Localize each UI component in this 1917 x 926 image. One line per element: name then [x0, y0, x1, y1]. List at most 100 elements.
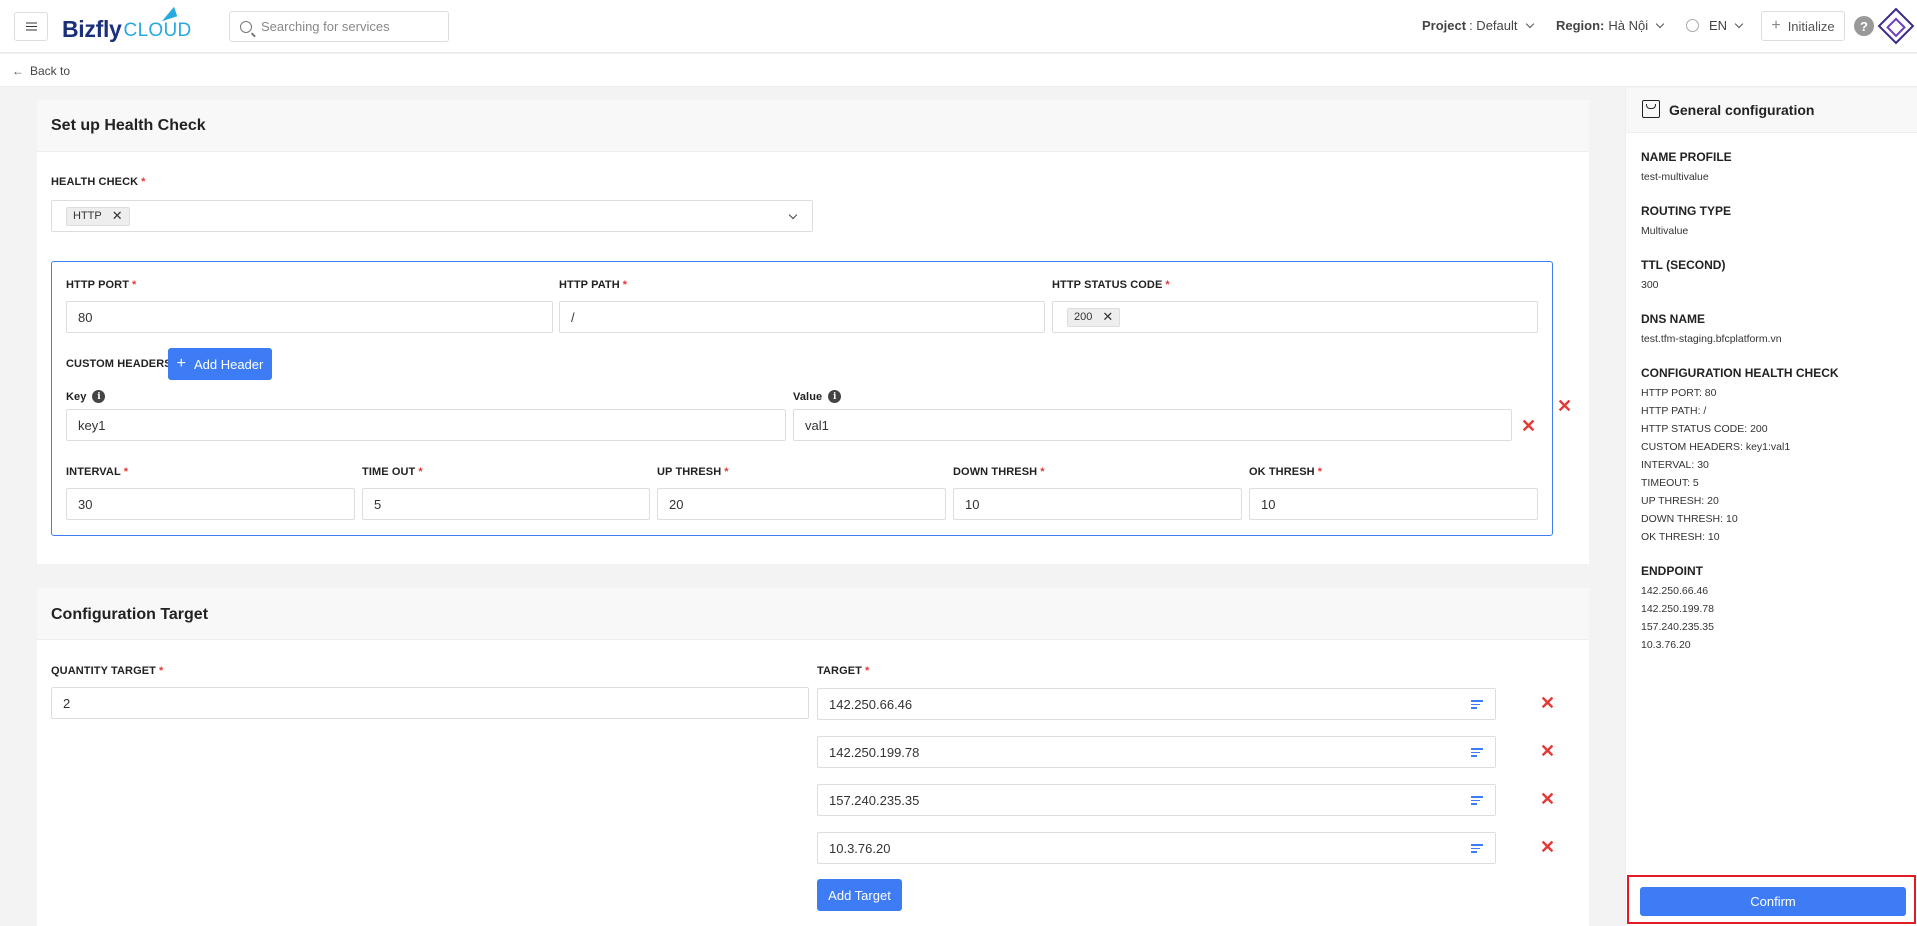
target-label: TARGET *	[817, 665, 870, 677]
target-input[interactable]: 157.240.235.35	[817, 784, 1496, 816]
health-check-select[interactable]: HTTP ✕	[51, 200, 813, 232]
up-thresh-input[interactable]: 20	[657, 488, 946, 520]
dns-name-label: DNS NAME	[1641, 312, 1706, 326]
search-placeholder: Searching for services	[261, 19, 390, 34]
language-value: EN	[1709, 18, 1728, 33]
remove-health-check-icon[interactable]: ✕	[1557, 397, 1572, 415]
search-input[interactable]: Searching for services	[229, 11, 449, 42]
region-selector[interactable]: Region: Hà Nội	[1556, 18, 1665, 33]
plus-icon: +	[1771, 17, 1781, 34]
config-health-check-label: CONFIGURATION HEALTH CHECK	[1641, 366, 1839, 380]
endpoint-item: 142.250.66.46	[1641, 585, 1709, 597]
initialize-button[interactable]: + Initialize	[1761, 11, 1845, 41]
configuration-target-title: Configuration Target	[51, 606, 209, 623]
back-link[interactable]: ← Back to	[12, 64, 70, 78]
endpoint-item: 142.250.199.78	[1641, 603, 1714, 615]
initialize-label: Initialize	[1787, 18, 1835, 34]
info-icon[interactable]: i	[828, 390, 842, 403]
config-line: DOWN THRESH: 10	[1641, 513, 1738, 525]
confirm-button[interactable]: Confirm	[1640, 887, 1906, 916]
general-configuration-header: General configuration	[1626, 88, 1917, 133]
tag-remove-icon[interactable]: ✕	[112, 208, 123, 224]
search-icon	[240, 20, 252, 33]
ok-thresh-input[interactable]: 10	[1249, 488, 1538, 520]
config-line: OK THRESH: 10	[1641, 531, 1720, 543]
config-line: TIMEOUT: 5	[1641, 477, 1699, 489]
add-target-button[interactable]: Add Target	[817, 879, 902, 911]
add-header-label: Add Header	[193, 356, 264, 372]
shopping-bag-icon	[1642, 100, 1660, 118]
list-edit-icon[interactable]	[1471, 796, 1483, 805]
remove-target-icon[interactable]: ✕	[1540, 742, 1555, 760]
header-key-input[interactable]: key1	[66, 409, 786, 441]
status-code-tag: 200 ✕	[1067, 307, 1121, 327]
name-profile-label: NAME PROFILE	[1641, 150, 1732, 164]
arrow-left-icon: ←	[12, 64, 24, 78]
health-check-tag: HTTP ✕	[66, 206, 130, 226]
tag-remove-icon[interactable]: ✕	[1102, 309, 1113, 325]
routing-type-value: Multivalue	[1641, 225, 1689, 237]
timeout-label: TIME OUT *	[362, 466, 423, 478]
info-icon[interactable]: i	[92, 390, 106, 403]
remove-header-icon[interactable]: ✕	[1521, 417, 1536, 435]
remove-target-icon[interactable]: ✕	[1540, 838, 1555, 856]
region-value: Hà Nội	[1608, 18, 1649, 33]
config-line: UP THRESH: 20	[1641, 495, 1719, 507]
help-icon[interactable]: ?	[1854, 16, 1874, 36]
routing-type-label: ROUTING TYPE	[1641, 204, 1732, 218]
quantity-target-label: QUANTITY TARGET *	[51, 665, 164, 677]
interval-label: INTERVAL *	[66, 466, 129, 478]
general-configuration-title: General configuration	[1669, 102, 1815, 118]
ttl-value: 300	[1641, 279, 1659, 291]
header-value-input[interactable]: val1	[793, 409, 1512, 441]
list-edit-icon[interactable]	[1471, 844, 1483, 853]
chevron-down-icon	[1655, 19, 1665, 28]
ttl-label: TTL (SECOND)	[1641, 258, 1726, 272]
target-input[interactable]: 142.250.199.78	[817, 736, 1496, 768]
configuration-target-header: Configuration Target	[37, 588, 1589, 640]
logo-main-text: Bizfly	[62, 16, 122, 42]
http-path-label: HTTP PATH *	[559, 279, 628, 291]
http-path-input[interactable]: /	[559, 301, 1045, 333]
project-selector[interactable]: Project : Default	[1422, 18, 1534, 33]
region-label: Region:	[1556, 18, 1605, 33]
endpoint-label: ENDPOINT	[1641, 564, 1704, 578]
back-bar: ← Back to	[0, 54, 1917, 87]
hamburger-menu-button[interactable]	[14, 12, 48, 41]
quantity-target-input[interactable]: 2	[51, 687, 809, 719]
general-configuration-panel: General configuration NAME PROFILE test-…	[1625, 88, 1917, 926]
language-selector[interactable]: EN	[1686, 18, 1744, 33]
ok-thresh-label: OK THRESH *	[1249, 466, 1323, 478]
target-input[interactable]: 10.3.76.20	[817, 832, 1496, 864]
logo-sub-text: CLOUD	[123, 20, 192, 41]
remove-target-icon[interactable]: ✕	[1540, 790, 1555, 808]
http-port-input[interactable]: 80	[66, 301, 553, 333]
remove-target-icon[interactable]: ✕	[1540, 694, 1555, 712]
health-check-header: Set up Health Check	[37, 100, 1589, 152]
http-status-code-select[interactable]: 200 ✕	[1052, 301, 1538, 333]
project-label: Project	[1422, 18, 1467, 33]
http-port-label: HTTP PORT *	[66, 279, 137, 291]
interval-input[interactable]: 30	[66, 488, 355, 520]
back-label: Back to	[30, 64, 71, 78]
config-line: HTTP PORT: 80	[1641, 387, 1717, 399]
dns-name-value: test.tfm-staging.bfcplatform.vn	[1641, 333, 1782, 345]
value-label: Value i	[793, 390, 842, 403]
confirm-label: Confirm	[1750, 894, 1796, 909]
target-input[interactable]: 142.250.66.46	[817, 688, 1496, 720]
endpoint-item: 10.3.76.20	[1641, 639, 1691, 651]
health-check-label: HEALTH CHECK *	[51, 176, 146, 188]
custom-headers-label: CUSTOM HEADERS	[66, 358, 172, 370]
config-line: CUSTOM HEADERS: key1:val1	[1641, 441, 1791, 453]
down-thresh-label: DOWN THRESH *	[953, 466, 1045, 478]
down-thresh-input[interactable]: 10	[953, 488, 1242, 520]
chevron-down-icon	[788, 210, 798, 220]
list-edit-icon[interactable]	[1471, 700, 1483, 709]
timeout-input[interactable]: 5	[362, 488, 650, 520]
up-thresh-label: UP THRESH *	[657, 466, 729, 478]
list-edit-icon[interactable]	[1471, 748, 1483, 757]
avatar[interactable]	[1877, 7, 1915, 45]
add-header-button[interactable]: + Add Header	[168, 348, 272, 380]
health-check-title: Set up Health Check	[51, 117, 206, 134]
logo[interactable]: Bizfly CLOUD	[62, 6, 192, 43]
